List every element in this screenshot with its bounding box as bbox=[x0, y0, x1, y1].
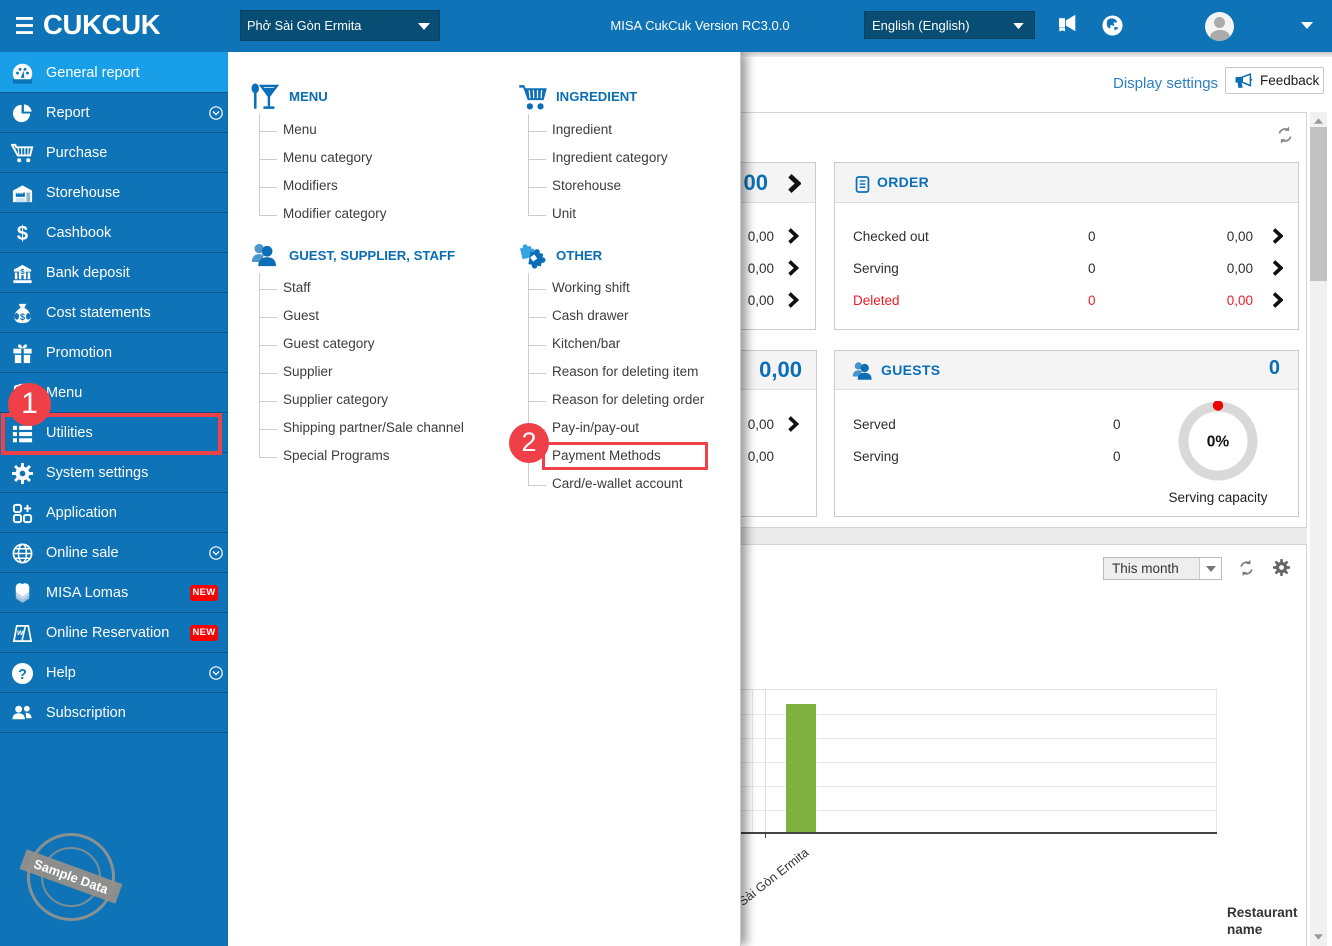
svg-text:w: w bbox=[17, 628, 24, 637]
svg-text:?: ? bbox=[18, 667, 27, 683]
svg-text:$: $ bbox=[20, 267, 25, 276]
svg-text:$: $ bbox=[17, 223, 28, 245]
svg-text:0%: 0% bbox=[1207, 434, 1230, 451]
svg-text:$: $ bbox=[20, 312, 25, 322]
